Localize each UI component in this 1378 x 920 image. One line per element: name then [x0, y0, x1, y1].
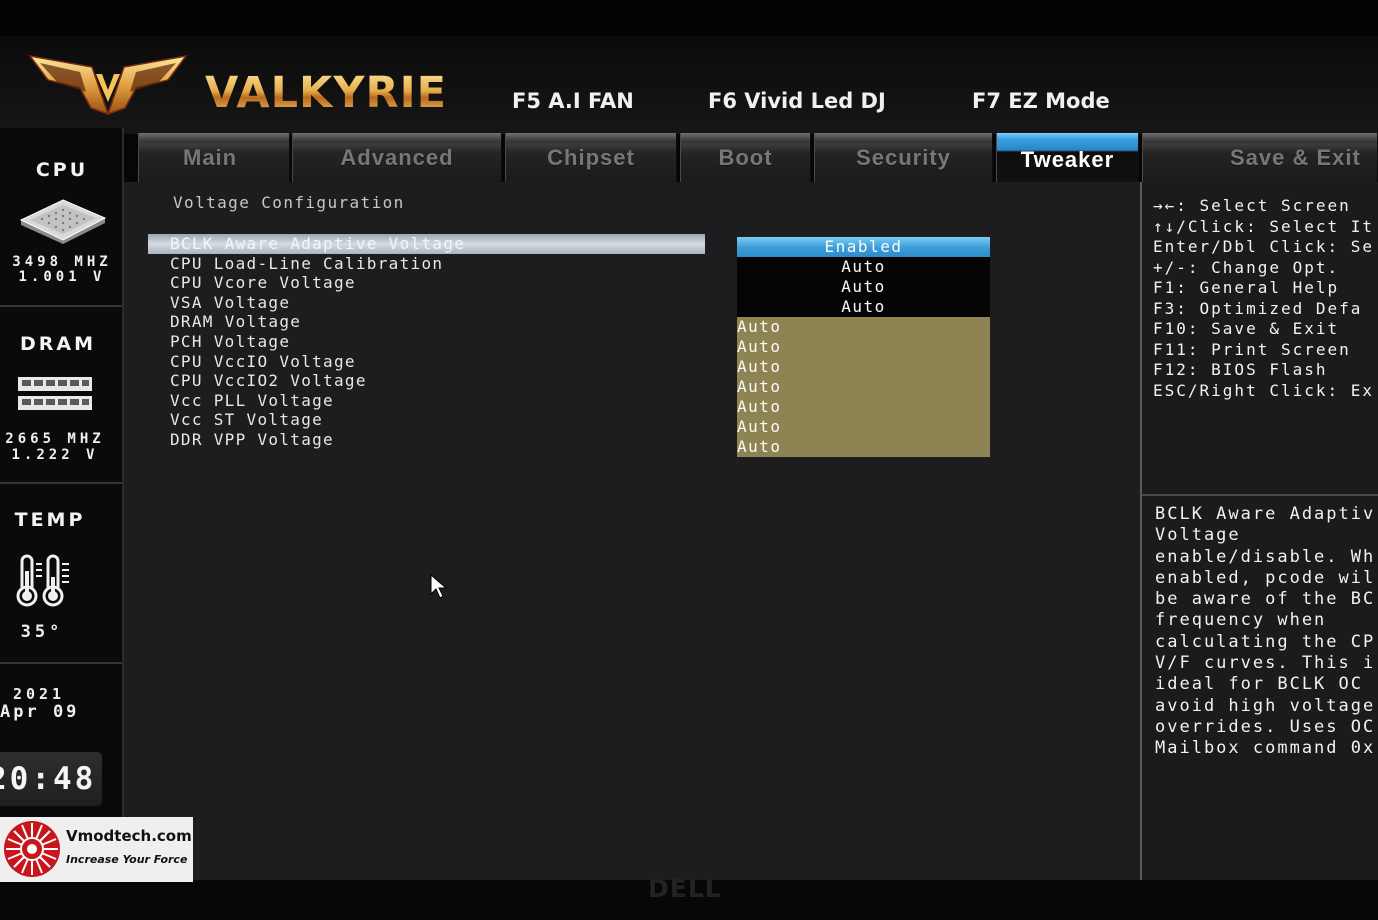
watermark-site: Vmodtech.com	[66, 827, 192, 845]
tab-tweaker[interactable]: Tweaker	[996, 133, 1139, 182]
tab-chipset[interactable]: Chipset	[505, 133, 677, 182]
description-line: BCLK Aware Adaptiv	[1155, 504, 1376, 524]
hotkey-ez-mode[interactable]: F7 EZ Mode	[972, 87, 1110, 115]
value-cpu-load-line-calibration[interactable]: Auto	[737, 257, 990, 277]
temp-label: TEMP	[14, 509, 86, 531]
setting-cpu-vccio2-voltage[interactable]: CPU VccIO2 Voltage	[148, 371, 705, 391]
key-help-item: F10: Save & Exit	[1153, 319, 1340, 338]
cpu-label: CPU	[35, 159, 89, 181]
value-cpu-vccio2-voltage[interactable]: Auto	[737, 377, 990, 397]
setting-vcc-pll-voltage[interactable]: Vcc PLL Voltage	[148, 391, 705, 411]
description-line: overrides. Uses OC	[1155, 716, 1376, 737]
key-help-item: F3: Optimized Defa	[1153, 298, 1363, 318]
key-help-list: →←: Select Screen ↑↓/Click: Select It En…	[1153, 196, 1378, 401]
dram-voltage: 1.222 V	[11, 447, 99, 463]
settings-values: Enabled Auto Auto Auto Auto Auto Auto Au…	[737, 237, 990, 457]
section-title: Voltage Configuration	[173, 193, 405, 212]
sidebar-divider	[0, 305, 122, 307]
tab-bar: Main Advanced Chipset Boot Security Twea…	[138, 133, 1378, 182]
tab-save-exit[interactable]: Save & Exit	[1142, 133, 1378, 182]
brand-title: VALKYRIE	[205, 68, 447, 118]
clock-display: 20:48	[0, 752, 102, 806]
setting-dram-voltage[interactable]: DRAM Voltage	[148, 312, 705, 332]
vmodtech-logo-icon	[4, 821, 60, 877]
setting-cpu-vccio-voltage[interactable]: CPU VccIO Voltage	[148, 352, 705, 372]
value-pch-voltage[interactable]: Auto	[737, 337, 990, 357]
mouse-cursor-icon	[430, 574, 448, 599]
memory-module-icon	[18, 377, 92, 410]
value-dram-voltage[interactable]: Auto	[737, 317, 990, 337]
setting-pch-voltage[interactable]: PCH Voltage	[148, 332, 705, 352]
valkyrie-wings-logo-icon	[28, 54, 188, 116]
key-help-item: F11: Print Screen	[1153, 339, 1351, 359]
help-divider	[1142, 494, 1378, 496]
value-vsa-voltage[interactable]: Auto	[737, 297, 990, 317]
watermark-slogan: Increase Your Force	[66, 853, 188, 866]
date-day: Apr 09	[0, 702, 80, 722]
temperature-value: 35°	[20, 622, 64, 642]
cpu-chip-icon	[19, 199, 107, 244]
description-line: ideal for BCLK OC	[1155, 674, 1363, 695]
value-cpu-vccio-voltage[interactable]: Auto	[737, 357, 990, 377]
bios-screen: VALKYRIE F5 A.I FAN F6 Vivid Led DJ F7 E…	[0, 0, 1378, 920]
key-help-item: +/-: Change Opt.	[1153, 257, 1340, 277]
key-help-item: ↑↓/Click: Select It	[1153, 216, 1375, 236]
setting-description: BCLK Aware Adaptiv Voltage enable/disabl…	[1155, 504, 1378, 760]
monitor-bezel-top	[0, 0, 1378, 36]
dram-label: DRAM	[19, 333, 96, 355]
settings-list: BCLK Aware Adaptive Voltage CPU Load-Lin…	[148, 234, 705, 450]
thermometer-icon	[16, 554, 69, 607]
setting-cpu-load-line-calibration[interactable]: CPU Load-Line Calibration	[148, 254, 705, 274]
watermark: Vmodtech.com Increase Your Force	[0, 817, 193, 882]
value-ddr-vpp-voltage[interactable]: Auto	[737, 437, 990, 457]
key-help-item: →←: Select Screen	[1153, 196, 1351, 215]
description-line: be aware of the BC	[1155, 589, 1376, 610]
setting-vsa-voltage[interactable]: VSA Voltage	[148, 293, 705, 313]
value-vcc-st-voltage[interactable]: Auto	[737, 417, 990, 437]
value-vcc-pll-voltage[interactable]: Auto	[737, 397, 990, 417]
description-line: enabled, pcode wil	[1155, 567, 1376, 588]
setting-cpu-vcore-voltage[interactable]: CPU Vcore Voltage	[148, 273, 705, 293]
sidebar-divider	[0, 662, 122, 664]
value-bclk-aware-adaptive-voltage[interactable]: Enabled	[737, 237, 990, 257]
key-help-item: F1: General Help	[1153, 278, 1340, 297]
setting-ddr-vpp-voltage[interactable]: DDR VPP Voltage	[148, 430, 705, 450]
key-help-item: F12: BIOS Flash	[1153, 360, 1328, 379]
key-help-item: ESC/Right Click: Ex	[1153, 380, 1375, 400]
tab-main[interactable]: Main	[138, 133, 290, 182]
monitor-brand-logo: DELL	[648, 874, 722, 903]
hotkey-vivid-led-dj[interactable]: F6 Vivid Led DJ	[708, 87, 886, 115]
sidebar-divider	[0, 482, 122, 484]
description-line: avoid high voltage	[1155, 695, 1376, 716]
key-help-item: Enter/Dbl Click: Se	[1153, 237, 1375, 256]
clock-time: 20:48	[0, 761, 97, 797]
description-line: calculating the CP	[1155, 631, 1376, 652]
date-year: 2021	[12, 685, 66, 703]
setting-bclk-aware-adaptive-voltage[interactable]: BCLK Aware Adaptive Voltage	[148, 234, 705, 254]
tab-boot[interactable]: Boot	[680, 133, 811, 182]
value-cpu-vcore-voltage[interactable]: Auto	[737, 277, 990, 297]
cpu-voltage: 1.001 V	[18, 269, 106, 285]
description-line: V/F curves. This i	[1155, 653, 1376, 674]
description-line: frequency when	[1155, 610, 1327, 631]
description-line: Voltage	[1155, 525, 1241, 546]
description-line: enable/disable. Wh	[1155, 546, 1376, 567]
cpu-frequency: 3498 MHZ	[12, 254, 112, 270]
dram-frequency: 2665 MHZ	[5, 431, 105, 447]
hotkey-ai-fan[interactable]: F5 A.I FAN	[512, 87, 634, 115]
tab-advanced[interactable]: Advanced	[292, 133, 502, 182]
tab-security[interactable]: Security	[814, 133, 993, 182]
setting-vcc-st-voltage[interactable]: Vcc ST Voltage	[148, 410, 705, 430]
description-line: Mailbox command 0x	[1155, 738, 1376, 759]
